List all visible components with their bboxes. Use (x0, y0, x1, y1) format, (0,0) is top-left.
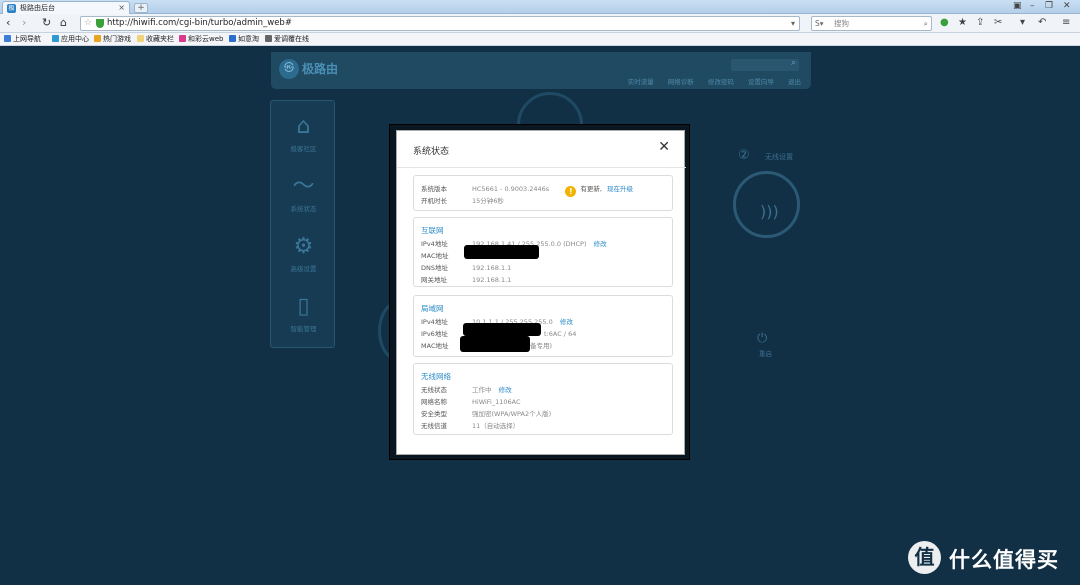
reboot-label: 重启 (759, 350, 772, 358)
edit-lan-link[interactable]: 修改 (560, 318, 573, 326)
header-link[interactable]: 网络诊断 (668, 78, 694, 86)
warning-icon: ! (565, 186, 577, 197)
wireless-state-row: 无线状态 工作中 修改 (421, 386, 512, 394)
header-link[interactable]: 设置向导 (748, 78, 774, 86)
more-icon[interactable]: ≡ (1062, 17, 1070, 29)
search-icon[interactable]: ⌕ (924, 17, 928, 30)
close-icon[interactable]: ✕ (658, 139, 670, 155)
security-shield-icon (96, 19, 104, 28)
power-icon: ⏻ (757, 331, 768, 346)
bookmark-item[interactable]: 和彩云web (179, 34, 223, 45)
browser-tab[interactable]: 极 极路由后台 × (2, 1, 130, 14)
header-link[interactable]: 退出 (788, 78, 801, 86)
address-bar[interactable]: ☆ http://hiwifi.com/cgi-bin/turbo/admin_… (80, 16, 800, 31)
router-header: ㉿ 极路由 ⌕ 实时流量 网络诊断 修改密码 设置向导 退出 (271, 52, 811, 89)
gift-icon[interactable]: ▣ (1013, 1, 1022, 11)
undo-icon[interactable]: ↶ (1038, 17, 1046, 29)
header-links: 实时流量 网络诊断 修改密码 设置向导 退出 (616, 76, 801, 86)
sidebar-item-manage[interactable]: ▯ 智能管理 (271, 293, 336, 333)
bookmark-item[interactable]: 爱调覆在线 (265, 34, 309, 45)
bookmark-item[interactable]: 热门游戏 (94, 34, 131, 45)
system-status-dialog: 系统状态 ✕ 系统版本 HC5661 - 0.9003.2446s ! 有更新, … (396, 130, 686, 455)
step-2-icon: ② (738, 148, 750, 163)
wireless-title: 无线网络 (421, 372, 451, 381)
lan-card: 局域网 IPv4地址 10.1.1.1 / 255.255.255.0 修改 IP… (413, 295, 673, 357)
browser-tab-bar: 极 极路由后台 × + ▣ – ❐ ✕ (0, 0, 1080, 14)
browser-toolbar: ‹ › ↻ ⌂ ☆ http://hiwifi.com/cgi-bin/turb… (0, 14, 1080, 33)
restore-icon[interactable]: ❐ (1045, 1, 1053, 11)
dialog-title: 系统状态 (413, 147, 450, 157)
close-window-icon[interactable]: ✕ (1063, 1, 1071, 11)
redaction-mark (460, 336, 530, 352)
search-engine-icon[interactable]: S▾ (815, 17, 824, 30)
sidebar-item-status[interactable]: 〜 系统状态 (271, 173, 336, 213)
wechat-icon[interactable]: ● (940, 17, 949, 29)
bookmarks-bar: 上网导航 应用中心 热门游戏 收藏夹栏 和彩云web 如意淘 爱调覆在线 (0, 33, 1080, 46)
bookmark-item[interactable]: 如意淘 (229, 34, 259, 45)
pulse-icon: 〜 (292, 174, 315, 199)
channel-row: 无线信道 11（自动选择） (421, 422, 520, 430)
menu-dropdown-icon[interactable]: ▾ (1020, 17, 1025, 29)
edit-wan-link[interactable]: 修改 (594, 240, 607, 248)
device-icon: ▯ (297, 294, 310, 319)
url-text: http://hiwifi.com/cgi-bin/turbo/admin_we… (107, 18, 292, 28)
bookmark-item[interactable]: 收藏夹栏 (137, 34, 174, 45)
redaction-mark (464, 245, 539, 259)
hiwifi-logo: ㉿ (279, 59, 299, 79)
address-dropdown-icon[interactable]: ▾ (791, 17, 795, 30)
internet-card: 互联网 IPv4地址 192.168.1.41 / 255.255.0.0 (DH… (413, 217, 673, 287)
smzdm-logo-icon: 值 (908, 541, 941, 574)
watermark-text: 什么值得买 (949, 548, 1059, 572)
tab-title: 极路由后台 (20, 4, 55, 12)
modal-overlay-frame: 系统状态 ✕ 系统版本 HC5661 - 0.9003.2446s ! 有更新, … (389, 124, 690, 460)
back-icon[interactable]: ‹ (6, 16, 10, 30)
home-icon[interactable]: ⌂ (60, 16, 67, 30)
sidebar-item-community[interactable]: ⌂ 极客社区 (271, 113, 336, 153)
search-placeholder: 搜狗 (834, 19, 849, 28)
header-link[interactable]: 实时流量 (628, 78, 654, 86)
wireless-card: 无线网络 无线状态 工作中 修改 网络名称 HiWiFi_1106AC 安全类型 强加… (413, 363, 673, 435)
smzdm-watermark: 值 什么值得买 (908, 541, 1078, 577)
bookmark-item[interactable]: 应用中心 (52, 34, 89, 45)
refresh-icon[interactable]: ↻ (42, 16, 51, 30)
favorites-star-icon[interactable]: ★ (958, 17, 967, 29)
bookmark-item[interactable]: 上网导航 (4, 34, 41, 45)
gateway-row: 网关地址 192.168.1.1 (421, 276, 512, 284)
redaction-mark (463, 323, 541, 336)
dialog-divider (397, 167, 686, 168)
brand-name: 极路由 (302, 62, 339, 76)
screenshot-icon[interactable]: ✂ (994, 17, 1002, 29)
bookmark-star-icon[interactable]: ☆ (84, 17, 92, 30)
edit-wireless-link[interactable]: 修改 (499, 386, 512, 394)
new-tab-button[interactable]: + (134, 3, 148, 13)
share-icon[interactable]: ⇪ (976, 17, 984, 29)
home-icon: ⌂ (296, 114, 311, 139)
lan-title: 局域网 (421, 304, 444, 313)
gear-icon: ⚙ (293, 234, 314, 259)
system-card: 系统版本 HC5661 - 0.9003.2446s ! 有更新, 现在升级 开机… (413, 175, 673, 211)
wifi-icon: ))) (760, 202, 779, 221)
security-row: 安全类型 强加密(WPA/WPA2个人版) (421, 410, 552, 418)
header-search[interactable]: ⌕ (731, 58, 799, 71)
upgrade-link[interactable]: 现在升级 (607, 185, 633, 193)
search-icon: ⌕ (790, 58, 796, 68)
tab-close-icon[interactable]: × (118, 2, 125, 14)
dns-row: DNS地址 192.168.1.1 (421, 264, 512, 272)
minimize-icon[interactable]: – (1030, 1, 1035, 11)
header-link[interactable]: 修改密码 (708, 78, 734, 86)
step-2-label: 无线设置 (765, 153, 793, 161)
internet-title: 互联网 (421, 226, 444, 235)
search-box[interactable]: S▾ 搜狗 ⌕ (811, 16, 932, 31)
uptime-row: 开机时长 15分钟6秒 (421, 197, 504, 205)
router-sidebar: ⌂ 极客社区 〜 系统状态 ⚙ 高级设置 ▯ 智能管理 (270, 100, 335, 348)
sidebar-item-settings[interactable]: ⚙ 高级设置 (271, 233, 336, 273)
ssid-row: 网络名称 HiWiFi_1106AC (421, 398, 521, 406)
forward-icon[interactable]: › (22, 16, 26, 30)
hiwifi-favicon-icon: 极 (7, 4, 16, 13)
